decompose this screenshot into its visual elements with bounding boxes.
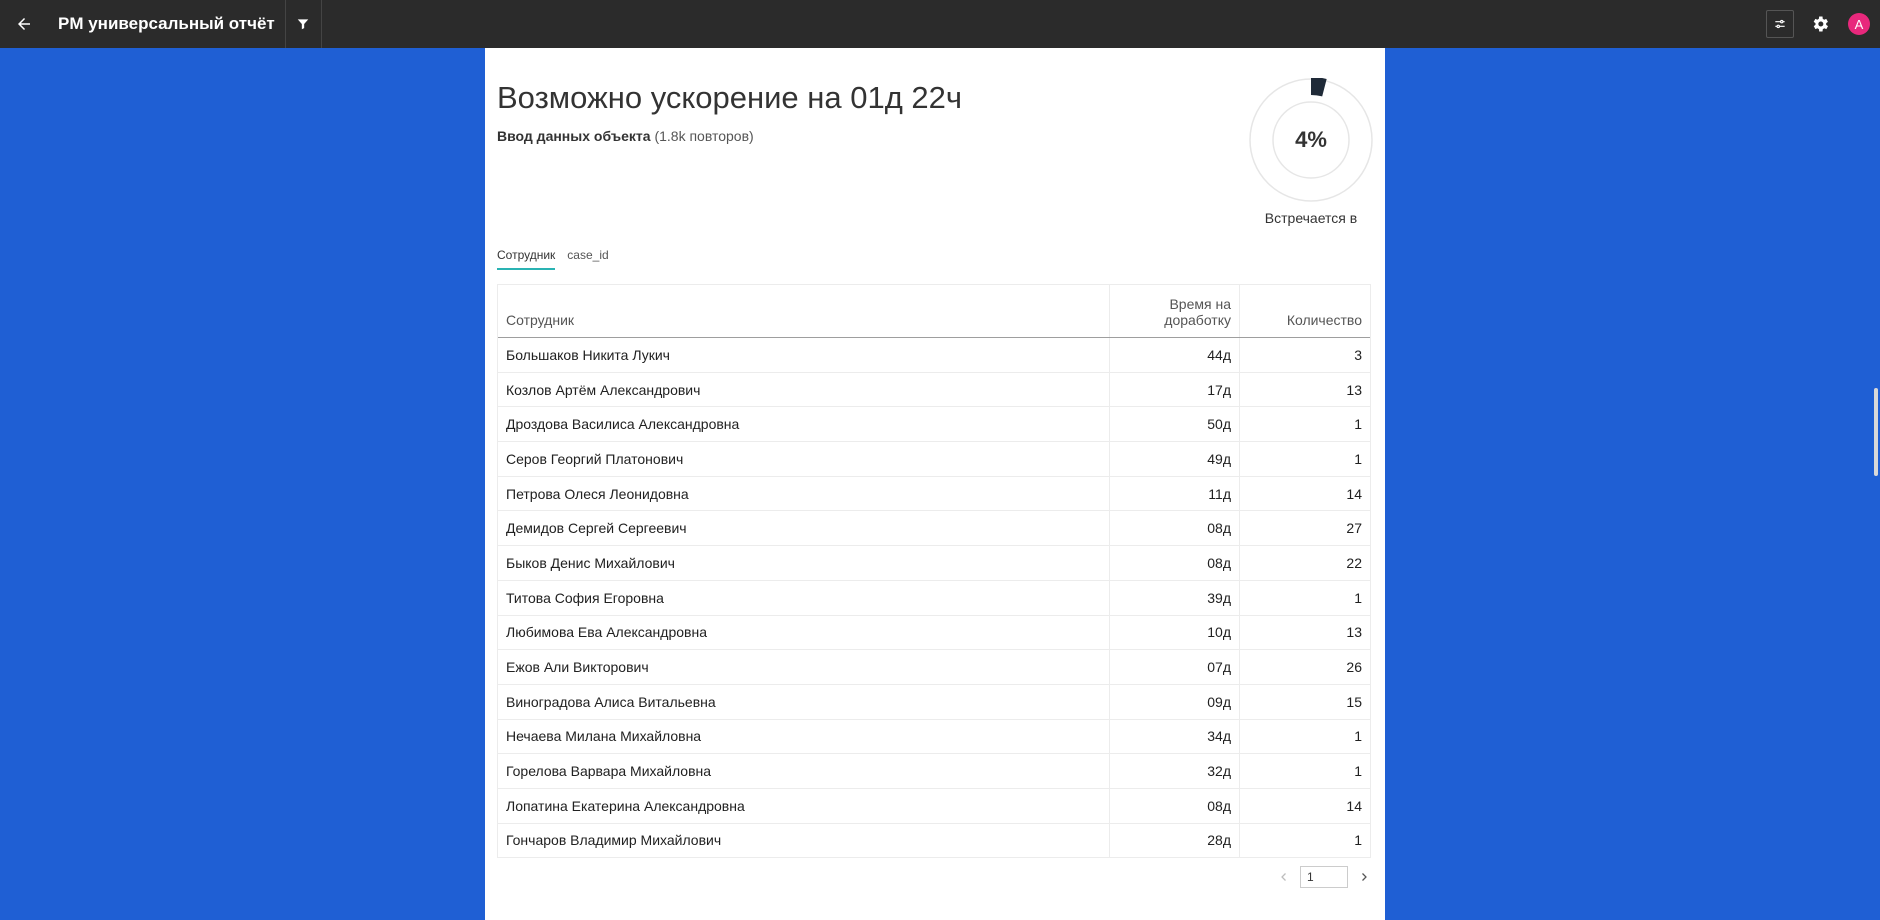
cell-employee: Козлов Артём Александрович [498,372,1110,407]
app-title: PM универсальный отчёт [48,0,286,48]
cell-employee: Виноградова Алиса Витальевна [498,684,1110,719]
table-row[interactable]: Демидов Сергей Сергеевич 08д 27 [498,511,1370,547]
cell-count: 14 [1346,485,1362,502]
activity-name: Ввод данных объекта [497,128,651,144]
adjust-button[interactable] [1766,10,1794,38]
cell-count: 14 [1346,797,1362,814]
table-row[interactable]: Титова София Егоровна 39д 1 [498,580,1370,616]
top-bar-actions: A [1766,0,1880,48]
table-row[interactable]: Большаков Никита Лукич 44д 3 [498,338,1370,373]
cell-count: 1 [1354,416,1362,433]
cell-rework-time: 11д [1110,476,1240,511]
cell-count: 1 [1354,589,1362,606]
tab-employee[interactable]: Сотрудник [497,248,556,270]
cell-rework-time: 10д [1110,615,1240,650]
column-header-rework-time[interactable]: Время на доработку [1110,285,1240,337]
cell-count: 3 [1354,346,1362,363]
back-button[interactable] [0,0,48,48]
cell-employee: Горелова Варвара Михайловна [498,754,1110,788]
cell-employee: Гончаров Владимир Михайлович [498,823,1110,858]
next-page-button[interactable] [1354,867,1374,887]
table-row[interactable]: Виноградова Алиса Витальевна 09д 15 [498,684,1370,720]
cell-rework-time: 49д [1110,442,1240,476]
chevron-right-icon [1362,873,1367,881]
page-number-input[interactable] [1300,866,1348,888]
cell-employee: Дроздова Василиса Александровна [498,407,1110,442]
cell-employee: Демидов Сергей Сергеевич [498,511,1110,546]
column-header-employee[interactable]: Сотрудник [498,285,1110,337]
sliders-icon [1775,19,1785,29]
subtitle: Ввод данных объекта (1.8k повторов) [497,128,754,144]
column-header-count[interactable]: Количество [1240,285,1370,337]
table-row[interactable]: Козлов Артём Александрович 17д 13 [498,372,1370,408]
cell-rework-time: 34д [1110,719,1240,754]
top-bar: PM универсальный отчёт A [0,0,1880,48]
cell-employee: Ежов Али Викторович [498,650,1110,684]
cell-rework-time: 07д [1110,650,1240,684]
table-row[interactable]: Гончаров Владимир Михайлович 28д 1 [498,823,1370,859]
filter-button[interactable] [286,0,322,48]
cell-count: 26 [1346,659,1362,676]
employee-table: Сотрудник Время на доработку Количество … [497,284,1371,859]
cell-employee: Петрова Олеся Леонидовна [498,476,1110,511]
cell-count: 27 [1346,520,1362,537]
percent-label: 4% [1295,127,1327,152]
cell-count: 1 [1354,450,1362,467]
prev-page-button[interactable] [1274,867,1294,887]
cell-count: 13 [1346,381,1362,398]
settings-button[interactable] [1808,12,1832,36]
cell-count: 1 [1354,832,1362,849]
table-header: Сотрудник Время на доработку Количество [498,285,1370,338]
pagination [1274,866,1374,888]
cell-rework-time: 32д [1110,754,1240,788]
filter-icon [297,19,309,30]
cell-count: 1 [1354,728,1362,745]
percent-caption: Встречается в [1264,210,1358,226]
tabs: Сотрудник case_id [497,248,621,270]
cell-employee: Любимова Ева Александровна [498,615,1110,650]
cell-employee: Быков Денис Михайлович [498,546,1110,580]
table-row[interactable]: Быков Денис Михайлович 08д 22 [498,546,1370,581]
cell-count: 22 [1346,554,1362,571]
percent-donut: 4% [1249,78,1373,202]
table-row[interactable]: Ежов Али Викторович 07д 26 [498,650,1370,685]
cell-employee: Титова София Егоровна [498,580,1110,615]
scrollbar-thumb[interactable] [1874,388,1878,476]
chevron-left-icon [1281,873,1286,881]
cell-rework-time: 09д [1110,684,1240,719]
tab-case-id[interactable]: case_id [567,248,608,270]
table-row[interactable]: Горелова Варвара Михайловна 32д 1 [498,754,1370,789]
cell-rework-time: 17д [1110,372,1240,407]
cell-count: 1 [1354,763,1362,780]
percent-widget: 4% Встречается в [1249,78,1373,226]
arrow-left-icon [18,18,30,30]
table-row[interactable]: Любимова Ева Александровна 10д 13 [498,615,1370,651]
cell-rework-time: 44д [1110,338,1240,372]
table-row[interactable]: Петрова Олеся Леонидовна 11д 14 [498,476,1370,512]
repeat-count: (1.8k повторов) [650,128,754,144]
cell-rework-time: 50д [1110,407,1240,442]
report-panel: Возможно ускорение на 01д 22ч Ввод данны… [485,48,1385,920]
table-row[interactable]: Дроздова Василиса Александровна 50д 1 [498,407,1370,443]
table-row[interactable]: Лопатина Екатерина Александровна 08д 14 [498,788,1370,824]
cell-rework-time: 08д [1110,788,1240,823]
table-row[interactable]: Серов Георгий Платонович 49д 1 [498,442,1370,477]
cell-rework-time: 08д [1110,511,1240,546]
cell-rework-time: 39д [1110,580,1240,615]
cell-employee: Лопатина Екатерина Александровна [498,788,1110,823]
cell-count: 15 [1346,693,1362,710]
table-row[interactable]: Нечаева Милана Михайловна 34д 1 [498,719,1370,755]
cell-employee: Серов Георгий Платонович [498,442,1110,476]
cell-count: 13 [1346,624,1362,641]
cell-rework-time: 08д [1110,546,1240,580]
page-title: Возможно ускорение на 01д 22ч [497,80,963,115]
cell-employee: Большаков Никита Лукич [498,338,1110,372]
gear-icon [1813,16,1828,32]
cell-employee: Нечаева Милана Михайловна [498,719,1110,754]
avatar[interactable]: A [1848,13,1870,35]
cell-rework-time: 28д [1110,823,1240,858]
